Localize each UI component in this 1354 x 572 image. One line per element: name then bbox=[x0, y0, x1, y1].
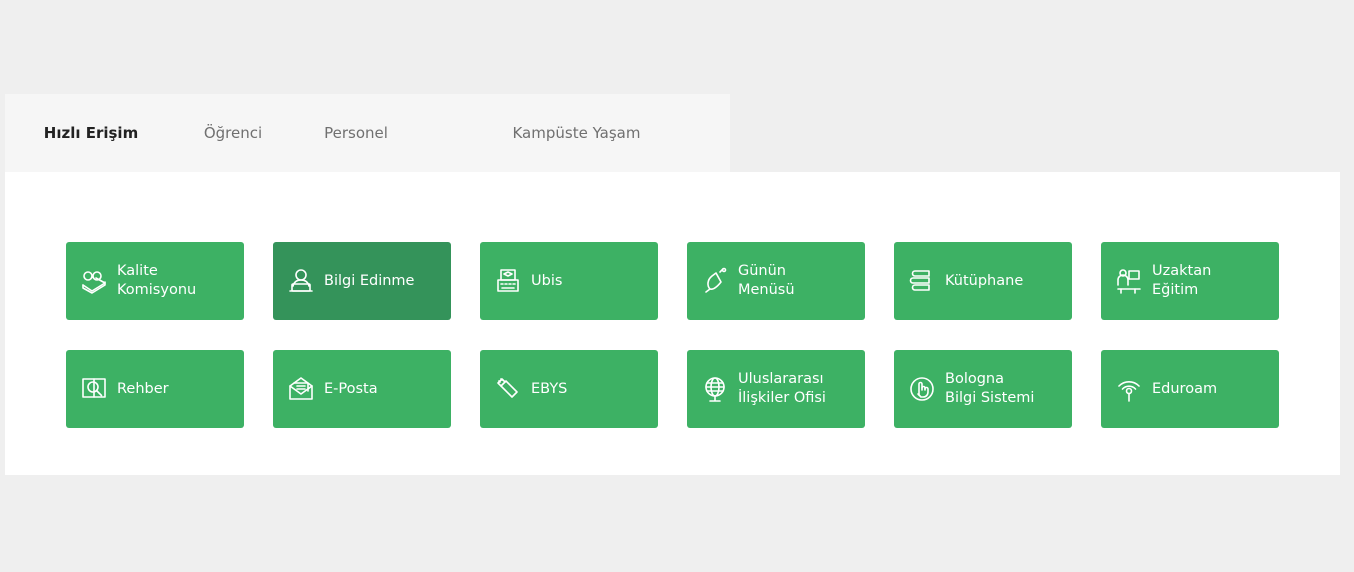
bologna-bilgi-sistemi-button[interactable]: Bologna Bilgi Sistemi bbox=[894, 350, 1072, 428]
hand-pointer-icon bbox=[907, 374, 937, 404]
book-stack-icon bbox=[907, 266, 937, 296]
kutuphane-button[interactable]: Kütüphane bbox=[894, 242, 1072, 320]
tile-label: Uluslararası İlişkiler Ofisi bbox=[738, 371, 826, 406]
envelope-icon bbox=[286, 374, 316, 404]
tab-content: Kalite Komisyonu Bilgi Edinme Ubis Günün… bbox=[5, 172, 1340, 475]
tile-label: Rehber bbox=[117, 380, 169, 397]
tile-label: Günün Menüsü bbox=[738, 263, 795, 298]
user-laptop-icon bbox=[286, 266, 316, 296]
bell-icon bbox=[700, 266, 730, 296]
tab-kampuste-yasam[interactable]: Kampüste Yaşam bbox=[423, 94, 730, 172]
tile-label: EBYS bbox=[531, 380, 568, 397]
tab-bar: Hızlı Erişim Öğrenci Personel Kampüste Y… bbox=[5, 94, 730, 172]
wifi-antenna-icon bbox=[1114, 374, 1144, 404]
kalite-komisyonu-button[interactable]: Kalite Komisyonu bbox=[66, 242, 244, 320]
tile-label: Kütüphane bbox=[945, 272, 1024, 289]
tile-label: Bilgi Edinme bbox=[324, 272, 415, 289]
tab-hizli-erisim[interactable]: Hızlı Erişim bbox=[5, 94, 177, 172]
tile-label: Eduroam bbox=[1152, 380, 1218, 397]
tab-personel[interactable]: Personel bbox=[289, 94, 423, 172]
ebys-button[interactable]: EBYS bbox=[480, 350, 658, 428]
tab-ogrenci[interactable]: Öğrenci bbox=[177, 94, 289, 172]
usb-drive-icon bbox=[493, 374, 523, 404]
tile-label: Kalite Komisyonu bbox=[117, 263, 197, 298]
bilgi-edinme-button[interactable]: Bilgi Edinme bbox=[273, 242, 451, 320]
glasses-book-icon bbox=[79, 266, 109, 296]
quick-access-panel: Hızlı Erişim Öğrenci Personel Kampüste Y… bbox=[5, 94, 1340, 475]
typewriter-graduation-icon bbox=[493, 266, 523, 296]
tile-label: Ubis bbox=[531, 272, 563, 289]
uluslararasi-iliskiler-ofisi-button[interactable]: Uluslararası İlişkiler Ofisi bbox=[687, 350, 865, 428]
tile-label: Bologna Bilgi Sistemi bbox=[945, 371, 1035, 406]
gunun-menusu-button[interactable]: Günün Menüsü bbox=[687, 242, 865, 320]
eduroam-button[interactable]: Eduroam bbox=[1101, 350, 1279, 428]
quick-links-grid: Kalite Komisyonu Bilgi Edinme Ubis Günün… bbox=[66, 242, 1279, 428]
globe-icon bbox=[700, 374, 730, 404]
ubis-button[interactable]: Ubis bbox=[480, 242, 658, 320]
search-book-icon bbox=[79, 374, 109, 404]
rehber-button[interactable]: Rehber bbox=[66, 350, 244, 428]
tile-label: E-Posta bbox=[324, 380, 378, 397]
uzaktan-egitim-button[interactable]: Uzaktan Eğitim bbox=[1101, 242, 1279, 320]
tile-label: Uzaktan Eğitim bbox=[1152, 263, 1212, 298]
remote-learning-icon bbox=[1114, 266, 1144, 296]
e-posta-button[interactable]: E-Posta bbox=[273, 350, 451, 428]
